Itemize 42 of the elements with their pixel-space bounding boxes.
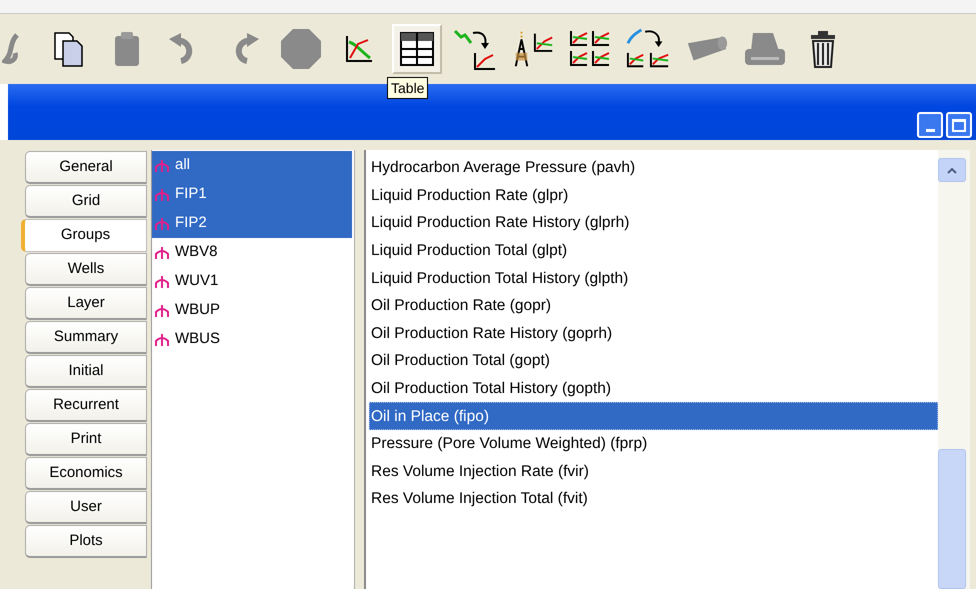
side-tab[interactable]: Initial xyxy=(25,355,147,388)
side-tab[interactable]: Plots xyxy=(25,525,147,558)
group-label: all xyxy=(175,155,190,176)
side-tab[interactable]: Economics xyxy=(25,457,147,490)
group-icon xyxy=(155,216,169,230)
table-icon xyxy=(398,30,436,68)
tooltip: Table xyxy=(387,77,428,99)
scroll-thumb[interactable] xyxy=(938,449,966,589)
side-tab[interactable]: General xyxy=(25,151,147,184)
group-icon xyxy=(155,332,169,346)
side-tab[interactable]: Wells xyxy=(25,253,147,286)
side-tab[interactable]: User xyxy=(25,491,147,524)
group-label: WBUP xyxy=(175,300,220,320)
side-tab[interactable]: Recurrent xyxy=(25,389,147,422)
scrollbar[interactable] xyxy=(938,150,970,589)
group-icon xyxy=(155,158,169,172)
group-item[interactable]: FIP2 xyxy=(152,209,352,238)
side-tab[interactable]: Groups xyxy=(21,219,147,252)
group-label: FIP2 xyxy=(175,213,207,234)
side-tab[interactable]: Grid xyxy=(25,185,147,218)
quantity-item[interactable]: Oil in Place (fipo) xyxy=(369,402,938,430)
chart-arrow-icon xyxy=(453,27,497,71)
group-label: FIP1 xyxy=(175,184,207,204)
side-tab[interactable]: Print xyxy=(25,423,147,456)
group-icon xyxy=(155,246,169,260)
maximize-button[interactable] xyxy=(946,112,972,138)
group-label: WBV8 xyxy=(175,242,218,262)
side-tab[interactable]: Summary xyxy=(25,321,147,354)
scroll-up-button[interactable] xyxy=(938,158,966,182)
group-label: WUV1 xyxy=(175,271,218,292)
chart-icon xyxy=(344,34,374,64)
group-item[interactable]: all xyxy=(152,151,352,180)
minimize-button[interactable] xyxy=(917,112,943,138)
group-icon xyxy=(155,188,169,202)
toolbar-button[interactable] xyxy=(392,24,442,74)
splitter[interactable] xyxy=(354,150,366,589)
side-tab[interactable]: Layer xyxy=(25,287,147,320)
group-icon xyxy=(155,274,169,288)
octagon-icon xyxy=(279,27,323,71)
group-item[interactable]: FIP1 xyxy=(152,180,352,209)
group-icon xyxy=(155,304,169,318)
group-label: WBUS xyxy=(175,329,220,350)
